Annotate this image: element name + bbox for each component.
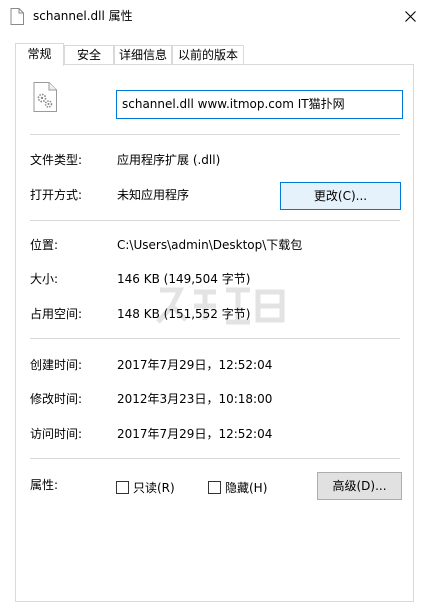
modified-label: 修改时间: xyxy=(30,392,83,406)
hidden-checkbox-box[interactable] xyxy=(208,481,221,494)
created-label: 创建时间: xyxy=(30,358,83,372)
size-on-disk-label: 占用空间: xyxy=(30,307,83,321)
watermark-logo xyxy=(156,287,285,325)
opens-with-value: 未知应用程序 xyxy=(117,188,190,202)
accessed-value: 2017年7月29日，12:52:04 xyxy=(117,427,273,441)
attributes-label: 属性: xyxy=(30,478,59,492)
dll-gear-file-icon xyxy=(33,82,57,112)
file-name-input[interactable]: schannel.dll www.itmop.com IT猫扑网 xyxy=(116,90,403,119)
modified-value: 2012年3月23日，10:18:00 xyxy=(117,392,273,406)
file-type-label: 文件类型: xyxy=(30,153,83,167)
readonly-checkbox-label: 只读(R) xyxy=(133,481,175,495)
close-button[interactable] xyxy=(392,0,428,32)
title-bar: schannel.dll 属性 xyxy=(0,0,428,32)
divider xyxy=(30,338,400,339)
created-value: 2017年7月29日，12:52:04 xyxy=(117,358,273,372)
advanced-button[interactable]: 高级(D)... xyxy=(317,472,402,500)
tab-previous-versions[interactable]: 以前的版本 xyxy=(172,45,244,65)
accessed-label: 访问时间: xyxy=(30,427,83,441)
file-type-value: 应用程序扩展 (.dll) xyxy=(117,153,221,167)
tab-details[interactable]: 详细信息 xyxy=(114,45,172,65)
hidden-checkbox[interactable]: 隐藏(H) xyxy=(208,479,267,496)
tab-security[interactable]: 安全 xyxy=(64,45,114,65)
tab-general[interactable]: 常规 xyxy=(15,43,64,66)
readonly-checkbox-box[interactable] xyxy=(116,481,129,494)
file-icon xyxy=(10,8,24,25)
readonly-checkbox[interactable]: 只读(R) xyxy=(116,479,175,496)
divider xyxy=(30,134,400,135)
general-panel xyxy=(15,64,414,602)
hidden-checkbox-label: 隐藏(H) xyxy=(225,481,268,495)
window-title: schannel.dll 属性 xyxy=(33,9,133,23)
location-value: C:\Users\admin\Desktop\下载包 xyxy=(117,238,303,252)
opens-with-label: 打开方式: xyxy=(30,188,83,202)
location-label: 位置: xyxy=(30,238,59,252)
divider xyxy=(30,458,400,459)
close-icon xyxy=(404,10,416,22)
size-label: 大小: xyxy=(30,272,59,286)
divider xyxy=(30,220,400,221)
change-button[interactable]: 更改(C)... xyxy=(280,182,401,210)
